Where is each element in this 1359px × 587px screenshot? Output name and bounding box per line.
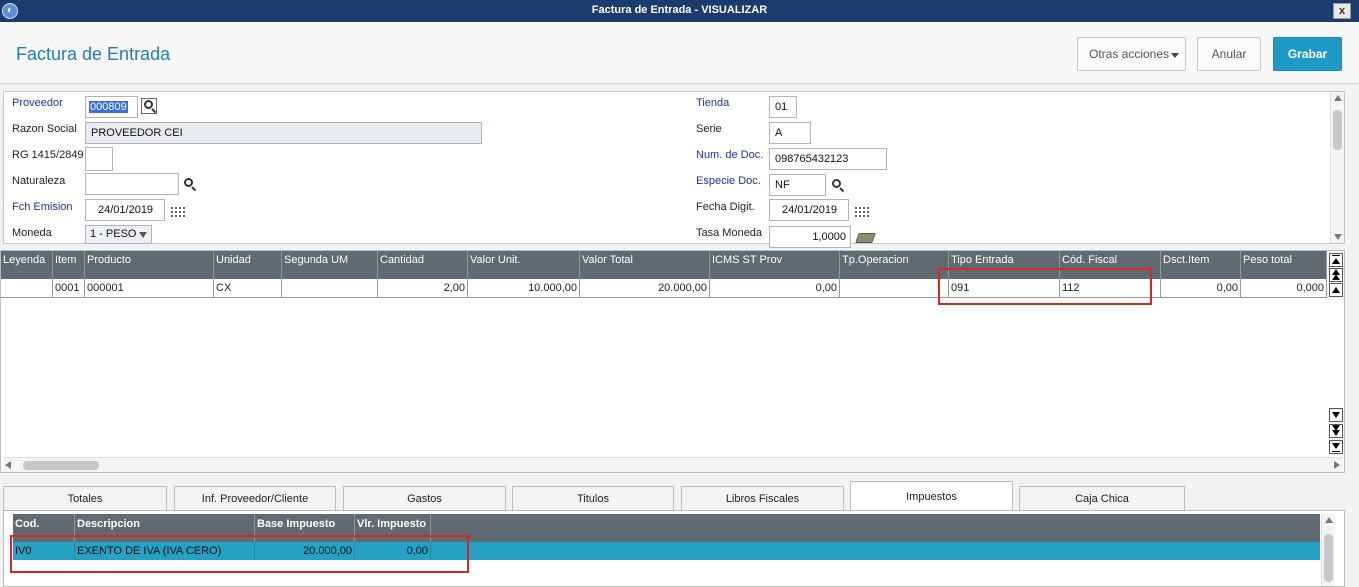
scroll-left-icon[interactable] [5, 461, 11, 469]
grid-horizontal-scrollbar[interactable] [3, 457, 1343, 472]
table-cell: 10.000,00 [468, 279, 580, 298]
table-cell [1, 279, 53, 298]
moneda-label: Moneda [12, 227, 52, 239]
table-cell: 2,00 [378, 279, 468, 298]
row-down-icon[interactable] [1329, 408, 1343, 422]
rg-field[interactable] [85, 147, 113, 171]
proveedor-value: 000809 [89, 101, 128, 113]
column-header[interactable]: Producto [85, 251, 214, 279]
tab-libros-fiscales[interactable]: Libros Fiscales [681, 486, 844, 510]
proveedor-field[interactable]: 000809 [85, 96, 138, 118]
table-cell: 0,00 [710, 279, 840, 298]
column-header[interactable]: Unidad [214, 251, 282, 279]
calendar-icon[interactable] [854, 206, 870, 219]
form-scrollbar[interactable] [1330, 92, 1344, 243]
search-icon[interactable] [182, 177, 198, 193]
proveedor-label: Proveedor [12, 97, 63, 109]
column-header[interactable]: Segunda UM [282, 251, 378, 279]
tasa-moneda-field[interactable]: 1,0000 [769, 226, 851, 248]
column-header[interactable]: Tp.Operacion [840, 251, 949, 279]
otras-acciones-button[interactable]: Otras acciones [1077, 37, 1186, 71]
serie-field[interactable]: A [769, 122, 811, 144]
window-title-bar: ◐ Factura de Entrada - VISUALIZAR x [0, 0, 1359, 22]
tab-impuestos[interactable]: Impuestos [850, 481, 1013, 511]
tab-totales[interactable]: Totales [3, 486, 167, 510]
naturaleza-field[interactable] [85, 173, 179, 195]
header-form: Proveedor 000809 Razon Social PROVEEDOR … [3, 91, 1345, 248]
close-button[interactable]: x [1333, 3, 1351, 19]
tienda-field[interactable]: 01 [769, 96, 797, 118]
calendar-icon[interactable] [170, 206, 186, 219]
column-header[interactable]: Dsct.Item [1161, 251, 1241, 279]
scroll-right-icon[interactable] [1334, 461, 1340, 469]
rg-label: RG 1415/2849 [12, 149, 84, 161]
grabar-button[interactable]: Grabar [1273, 37, 1342, 71]
tasa-moneda-label: Tasa Moneda [696, 227, 763, 239]
scroll-thumb[interactable] [23, 461, 99, 470]
tab-caja-chica[interactable]: Caja Chica [1019, 486, 1185, 510]
table-cell [282, 279, 378, 298]
especie-doc-label: Especie Doc. [696, 175, 761, 187]
column-header[interactable]: Peso total [1241, 251, 1327, 279]
table-cell: 0001 [53, 279, 85, 298]
column-header[interactable]: Leyenda [1, 251, 53, 279]
moneda-value: 1 - PESO [90, 228, 137, 240]
otras-acciones-label: Otras acciones [1089, 47, 1170, 61]
tienda-label: Tienda [696, 97, 730, 109]
fecha-digit-label: Fecha Digit. [696, 201, 755, 213]
tax-grid-scrollbar[interactable] [1321, 514, 1335, 586]
num-doc-field[interactable]: 098765432123 [769, 148, 887, 170]
fch-emision-label: Fch Emision [12, 201, 73, 213]
table-cell: CX [214, 279, 282, 298]
search-icon[interactable] [830, 178, 846, 194]
scroll-up-icon[interactable] [1325, 517, 1333, 523]
highlight-box [10, 535, 469, 573]
highlight-box [938, 268, 1152, 305]
page-down-icon[interactable] [1329, 424, 1343, 438]
row-up-icon[interactable] [1329, 283, 1343, 297]
column-header[interactable]: Cantidad [378, 251, 468, 279]
column-header[interactable]: Item [53, 251, 85, 279]
razon-social-label: Razon Social [12, 123, 77, 135]
impuestos-panel: Cod. Descripcion Base Impuesto Vlr. Impu… [3, 510, 1345, 587]
anular-button[interactable]: Anular [1197, 37, 1261, 71]
razon-social-field[interactable]: PROVEEDOR CEI [85, 122, 482, 144]
chevron-down-icon [1171, 53, 1179, 58]
window-title: Factura de Entrada - VISUALIZAR [591, 4, 768, 16]
column-header[interactable]: Valor Unit. [468, 251, 580, 279]
column-header[interactable]: ICMS ST Prov [710, 251, 840, 279]
column-header[interactable]: Valor Total [580, 251, 710, 279]
naturaleza-label: Naturaleza [12, 175, 66, 187]
especie-doc-field[interactable]: NF [769, 174, 826, 196]
table-cell: 20.000,00 [580, 279, 710, 298]
table-cell: 0,00 [1161, 279, 1241, 298]
scroll-bottom-icon[interactable] [1329, 440, 1343, 454]
table-cell [840, 279, 949, 298]
search-icon[interactable] [141, 98, 157, 114]
table-cell: 000001 [85, 279, 214, 298]
scroll-top-icon[interactable] [1329, 253, 1343, 267]
items-grid: Leyenda Item Producto Unidad Segunda UM … [0, 250, 1345, 473]
scroll-down-icon[interactable] [1334, 234, 1342, 240]
page-title: Factura de Entrada [16, 44, 171, 64]
page-header: Factura de Entrada Otras acciones Anular… [0, 22, 1359, 84]
moneda-select[interactable]: 1 - PESO [85, 225, 152, 244]
fch-emision-field[interactable]: 24/01/2019 [85, 199, 165, 221]
scroll-up-icon[interactable] [1334, 95, 1342, 101]
num-doc-label: Num. de Doc. [696, 149, 764, 161]
page-up-icon[interactable] [1329, 268, 1343, 282]
money-icon[interactable] [855, 233, 876, 243]
tab-titulos[interactable]: Titulos [512, 486, 674, 510]
dropdown-arrow-icon [139, 232, 147, 238]
fecha-digit-field[interactable]: 24/01/2019 [769, 199, 849, 221]
scroll-thumb[interactable] [1324, 534, 1333, 582]
table-cell: 0,000 [1241, 279, 1327, 298]
tab-gastos[interactable]: Gastos [343, 486, 506, 510]
tab-inf-proveedor-cliente[interactable]: Inf. Proveedor/Cliente [174, 486, 336, 510]
serie-label: Serie [696, 123, 722, 135]
scroll-thumb[interactable] [1333, 110, 1342, 150]
